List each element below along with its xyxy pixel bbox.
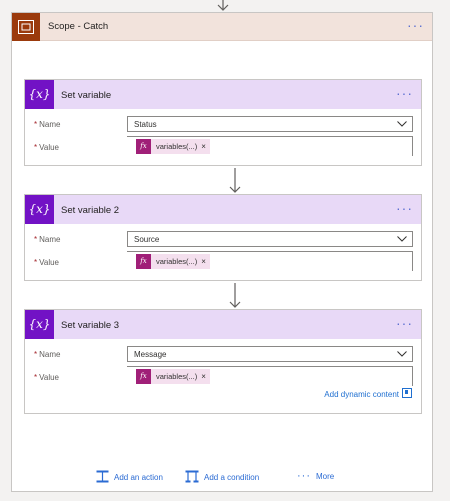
name-select[interactable]: Status (127, 116, 413, 132)
connector-arrow-icon (229, 168, 241, 193)
token-text: variables(...) (156, 257, 198, 266)
card-title: Set variable 2 (61, 205, 120, 216)
fx-icon: fx (136, 139, 151, 154)
add-a-condition-button[interactable]: Add a condition (185, 470, 259, 483)
chevron-down-icon (397, 121, 407, 127)
chevron-down-icon (397, 236, 407, 242)
name-select-value: Source (134, 235, 160, 244)
expression-token[interactable]: fx variables(...) × (136, 369, 210, 384)
set-variable-card-1: {x} Set variable ··· * Name Status * Value… (24, 79, 422, 166)
scope-catch-container: Scope - Catch ··· {x} Set variable ··· *… (11, 12, 433, 492)
top-connector-arrow-icon (217, 0, 229, 11)
token-text: variables(...) (156, 372, 198, 381)
card-header[interactable]: {x} Set variable ··· (25, 80, 421, 109)
fx-icon: fx (136, 254, 151, 269)
add-condition-icon (185, 470, 199, 483)
chevron-down-icon (397, 351, 407, 357)
variable-icon: {x} (25, 195, 54, 224)
value-label: * Value (34, 373, 59, 382)
add-action-icon (96, 470, 109, 483)
connector-arrow-icon (229, 283, 241, 308)
value-label: * Value (34, 143, 59, 152)
card-title: Set variable (61, 90, 112, 101)
value-input[interactable]: fx variables(...) × (127, 251, 413, 271)
more-label: More (316, 472, 335, 481)
scope-menu-ellipsis-icon[interactable]: ··· (407, 18, 424, 32)
token-close-icon[interactable]: × (201, 372, 206, 381)
name-select[interactable]: Message (127, 346, 413, 362)
more-ellipsis-icon: ··· (297, 470, 311, 482)
add-an-action-button[interactable]: Add an action (96, 470, 163, 483)
variable-icon: {x} (25, 310, 54, 339)
add-an-action-label: Add an action (114, 473, 163, 482)
name-select[interactable]: Source (127, 231, 413, 247)
scope-title: Scope - Catch (48, 21, 109, 32)
fx-icon: fx (136, 369, 151, 384)
variable-icon: {x} (25, 80, 54, 109)
more-button[interactable]: ··· More (297, 470, 334, 482)
add-dynamic-content-link[interactable]: Add dynamic content (324, 388, 412, 399)
card-menu-ellipsis-icon[interactable]: ··· (396, 316, 413, 330)
scope-icon (12, 13, 40, 41)
card-header[interactable]: {x} Set variable 3 ··· (25, 310, 421, 339)
name-label: * Name (34, 235, 61, 244)
scope-header[interactable]: Scope - Catch ··· (12, 13, 432, 41)
set-variable-card-3: {x} Set variable 3 ··· * Name Message * Va… (24, 309, 422, 414)
value-label: * Value (34, 258, 59, 267)
expression-token[interactable]: fx variables(...) × (136, 139, 210, 154)
value-input[interactable]: fx variables(...) × (127, 136, 413, 156)
expression-token[interactable]: fx variables(...) × (136, 254, 210, 269)
card-menu-ellipsis-icon[interactable]: ··· (396, 201, 413, 215)
token-close-icon[interactable]: × (201, 257, 206, 266)
dynamic-content-icon (402, 388, 412, 398)
token-text: variables(...) (156, 142, 198, 151)
card-menu-ellipsis-icon[interactable]: ··· (396, 86, 413, 100)
set-variable-card-2: {x} Set variable 2 ··· * Name Source * Val… (24, 194, 422, 281)
name-select-value: Message (134, 350, 167, 359)
card-title: Set variable 3 (61, 320, 120, 331)
card-header[interactable]: {x} Set variable 2 ··· (25, 195, 421, 224)
name-label: * Name (34, 120, 61, 129)
token-close-icon[interactable]: × (201, 142, 206, 151)
add-a-condition-label: Add a condition (204, 473, 260, 482)
name-label: * Name (34, 350, 61, 359)
name-select-value: Status (134, 120, 157, 129)
value-input[interactable]: fx variables(...) × (127, 366, 413, 386)
